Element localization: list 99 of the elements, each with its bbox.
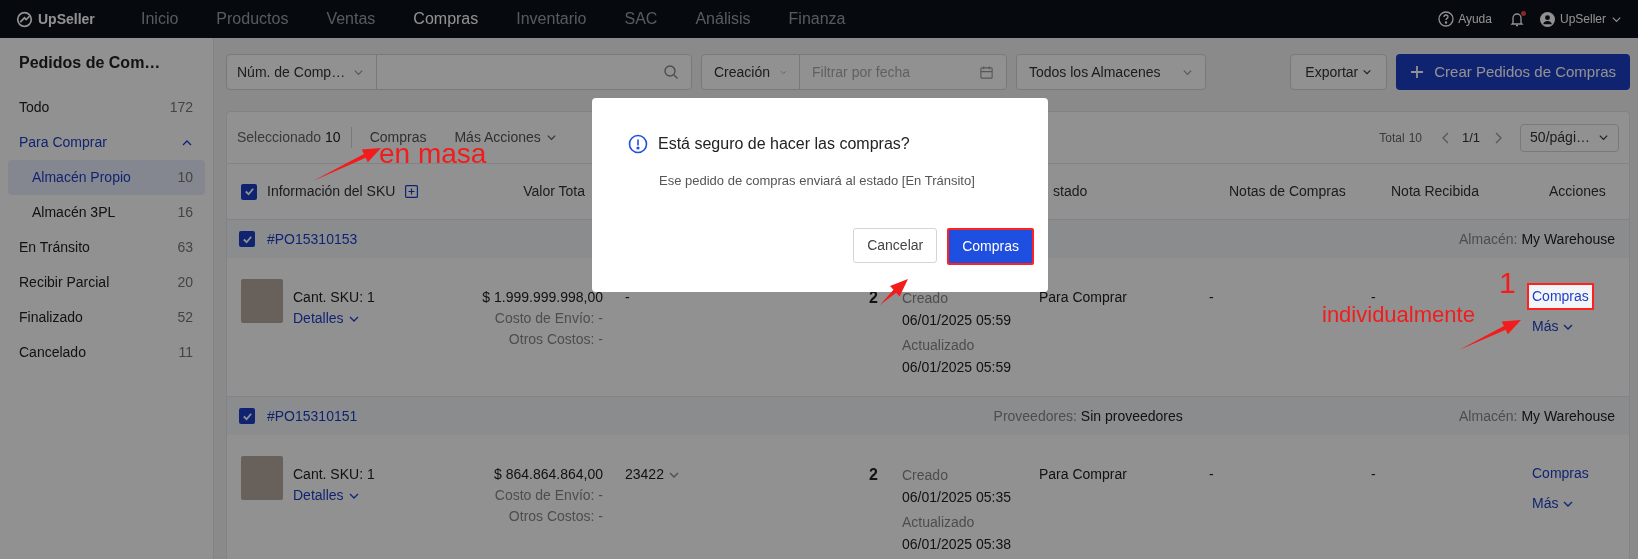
user-menu[interactable]: UpSeller — [1539, 10, 1622, 28]
sidebar-title: Pedidos de Com… — [18, 53, 162, 73]
total-value: $ 1.999.999.998,00 — [482, 288, 603, 307]
nav-tab[interactable]: Productos — [216, 7, 289, 31]
nav-tab[interactable]: Ventas — [326, 7, 376, 31]
annotation-label: individualmente — [1322, 304, 1475, 326]
column-header: Valor Tota — [523, 183, 585, 199]
more-link[interactable]: Más — [1527, 316, 1575, 337]
created-date: 06/01/2025 05:59 — [902, 311, 1011, 330]
created-date: 06/01/2025 05:35 — [902, 488, 1011, 507]
column-header: Acciones — [1549, 183, 1606, 199]
plus-icon — [1410, 65, 1425, 79]
nav-tab[interactable]: Compras — [413, 7, 479, 31]
help-button[interactable]: Ayuda — [1438, 10, 1492, 28]
column-3-value[interactable]: 23422 — [625, 464, 680, 485]
warehouse-select[interactable]: Todos los Almacenes — [1016, 54, 1206, 90]
created-label: Creado — [902, 466, 948, 485]
nav-tab[interactable]: Inicio — [141, 7, 179, 31]
sku-count: Cant. SKU: 1 — [293, 288, 375, 307]
selected-label: Seleccionado — [237, 128, 322, 147]
nav-tab[interactable]: SAC — [624, 7, 658, 31]
supplier-value: Sin proveedores — [1080, 406, 1183, 426]
sidebar-item[interactable]: Cancelado 11 — [0, 335, 213, 370]
total-count: 10 — [1408, 129, 1422, 147]
checkbox[interactable] — [241, 183, 257, 200]
column-header: Notas de Compras — [1229, 183, 1346, 199]
nav-tab[interactable]: Inventario — [516, 7, 587, 31]
export-button[interactable]: Exportar — [1290, 54, 1388, 90]
page-size-select[interactable]: 50/pági… — [1520, 123, 1619, 152]
selected-count: 10 — [325, 128, 341, 147]
column-header: Nota Recibida — [1391, 183, 1479, 199]
total-value: $ 864.864.864,00 — [494, 465, 603, 484]
column-header: Información del SKU — [267, 182, 396, 201]
create-order-button[interactable]: Crear Pedidos de Compras — [1396, 54, 1630, 90]
supplier-label: Proveedores: — [993, 406, 1077, 426]
more-link[interactable]: Más — [1527, 493, 1575, 514]
updated-date: 06/01/2025 05:59 — [902, 358, 1011, 377]
warehouse-label: Almacén: — [1459, 406, 1518, 426]
purchase-notes: - — [1209, 466, 1214, 482]
page-indicator: 1/1 — [1462, 128, 1481, 147]
warehouse-label: Almacén: — [1459, 229, 1518, 249]
chevron-down-icon — [1598, 132, 1609, 143]
product-photo-placeholder — [241, 279, 283, 323]
details-link[interactable]: Detalles — [293, 485, 360, 506]
order-number-link[interactable]: #PO15310153 — [267, 228, 358, 250]
total-label: Total — [1379, 129, 1405, 147]
more-actions-button[interactable]: Más Acciones — [454, 127, 557, 148]
expand-plus-icon[interactable] — [405, 185, 419, 198]
confirm-purchase-button[interactable]: Compras — [947, 227, 1034, 265]
nav-tab[interactable]: Análisis — [695, 7, 751, 31]
updated-date: 06/01/2025 05:38 — [902, 535, 1011, 554]
quantity: 2 — [869, 466, 878, 483]
status: Para Comprar — [1039, 289, 1127, 305]
help-icon — [1438, 11, 1455, 27]
cancel-button[interactable]: Cancelar — [853, 227, 938, 263]
dialog-title: Está seguro de hacer las compras? — [658, 134, 910, 154]
updated-label: Actualizado — [902, 336, 975, 355]
warehouse-value: My Warehouse — [1521, 406, 1615, 426]
dialog-message: Ese pedido de compras enviará al estado [En Tránsito] — [658, 172, 976, 190]
purchase-notes: - — [1209, 289, 1214, 305]
sidebar-item[interactable]: En Tránsito 63 — [0, 230, 213, 265]
logo-text: UpSeller — [38, 9, 95, 29]
sidebar-item[interactable]: Finalizado 52 — [0, 300, 213, 335]
sidebar-item[interactable]: Almacén 3PL 16 — [8, 195, 205, 230]
updated-label: Actualizado — [902, 513, 975, 532]
other-costs: Otros Costos: - — [508, 507, 603, 526]
column-header: stado — [1053, 183, 1088, 199]
sidebar-item[interactable]: Para Comprar — [0, 125, 213, 160]
purchase-link[interactable]: Compras — [1527, 460, 1594, 487]
sku-count: Cant. SKU: 1 — [293, 465, 375, 484]
info-icon — [628, 134, 648, 154]
user-avatar-icon — [1539, 11, 1555, 27]
created-label: Creado — [902, 289, 948, 308]
sidebar-item[interactable]: Almacén Propio 10 — [8, 160, 205, 195]
receipt-note: - — [1371, 466, 1376, 482]
checkbox[interactable] — [239, 408, 255, 424]
sidebar-item[interactable]: Todo 172 — [0, 90, 213, 125]
check-icon — [241, 233, 253, 245]
other-costs: Otros Costos: - — [508, 330, 603, 349]
notification-bell-icon[interactable] — [1509, 11, 1524, 27]
sidebar-item[interactable]: Recibir Parcial 20 — [0, 265, 213, 300]
chevron-down-icon — [545, 132, 557, 143]
logo-icon — [16, 10, 33, 28]
details-link[interactable]: Detalles — [293, 308, 360, 329]
purchase-link[interactable]: Compras — [1527, 283, 1594, 310]
check-icon — [243, 186, 255, 197]
chevron-down-icon — [1362, 67, 1373, 77]
receipt-note: - — [1371, 289, 1376, 305]
warehouse-value: My Warehouse — [1521, 229, 1615, 249]
order-number-link[interactable]: #PO15310151 — [267, 405, 358, 427]
check-icon — [241, 410, 253, 422]
checkbox[interactable] — [239, 231, 255, 247]
column-3-value: - — [625, 288, 630, 307]
status: Para Comprar — [1039, 466, 1127, 482]
nav-tab[interactable]: Finanza — [788, 7, 846, 31]
annotation-number: 1 — [1499, 268, 1516, 298]
product-photo-placeholder — [241, 456, 283, 500]
shipping-cost: Costo de Envío: - — [494, 309, 603, 328]
shipping-cost: Costo de Envío: - — [494, 486, 603, 505]
